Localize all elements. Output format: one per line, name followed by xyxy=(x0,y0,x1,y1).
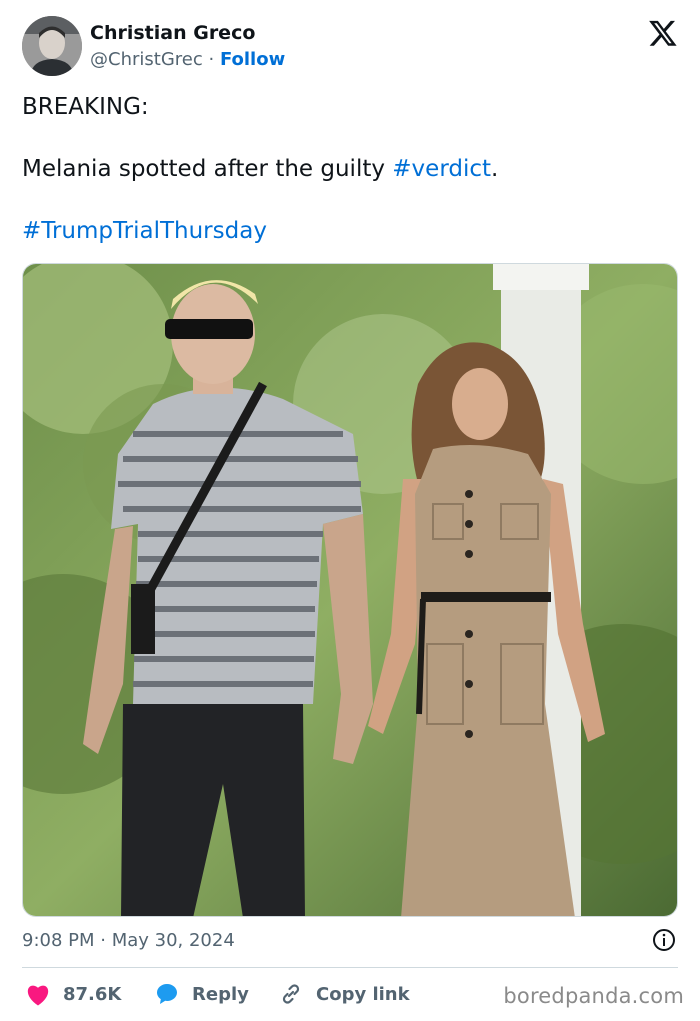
info-icon[interactable] xyxy=(652,928,676,952)
copy-link-button[interactable]: Copy link xyxy=(278,980,410,1008)
follow-button[interactable]: Follow xyxy=(220,49,285,70)
x-logo-icon[interactable] xyxy=(648,18,678,48)
tweet-body-period: . xyxy=(491,156,499,182)
tweet-line-body: Melania spotted after the guilty #verdic… xyxy=(22,154,498,185)
divider xyxy=(22,967,678,968)
like-button[interactable]: 87.6K xyxy=(25,980,121,1008)
link-icon xyxy=(282,984,300,1004)
copy-link-label: Copy link xyxy=(316,983,410,1005)
tweet-line-breaking: BREAKING: xyxy=(22,94,149,120)
reply-label: Reply xyxy=(192,983,249,1005)
tweet-photo[interactable] xyxy=(22,263,678,917)
hashtag-trumptrialthursday[interactable]: #TrumpTrialThursday xyxy=(22,216,267,247)
author-handle-line: @ChristGrec · Follow xyxy=(90,49,285,70)
tweet-timestamp[interactable]: 9:08 PM · May 30, 2024 xyxy=(22,930,235,951)
heart-icon xyxy=(27,985,49,1006)
author-handle[interactable]: @ChristGrec xyxy=(90,49,203,70)
tweet-header: Christian Greco @ChristGrec · Follow xyxy=(22,16,680,78)
tweet-body-text: Melania spotted after the guilty xyxy=(22,156,393,182)
separator-dot: · xyxy=(208,49,215,70)
avatar[interactable] xyxy=(22,16,82,76)
speech-bubble-icon xyxy=(157,984,177,1004)
reply-button[interactable]: Reply xyxy=(154,980,249,1008)
like-count: 87.6K xyxy=(63,983,122,1005)
boredpanda-watermark: boredpanda.com xyxy=(503,984,684,1008)
author-name[interactable]: Christian Greco xyxy=(90,22,255,44)
hashtag-verdict[interactable]: #verdict xyxy=(392,156,491,182)
